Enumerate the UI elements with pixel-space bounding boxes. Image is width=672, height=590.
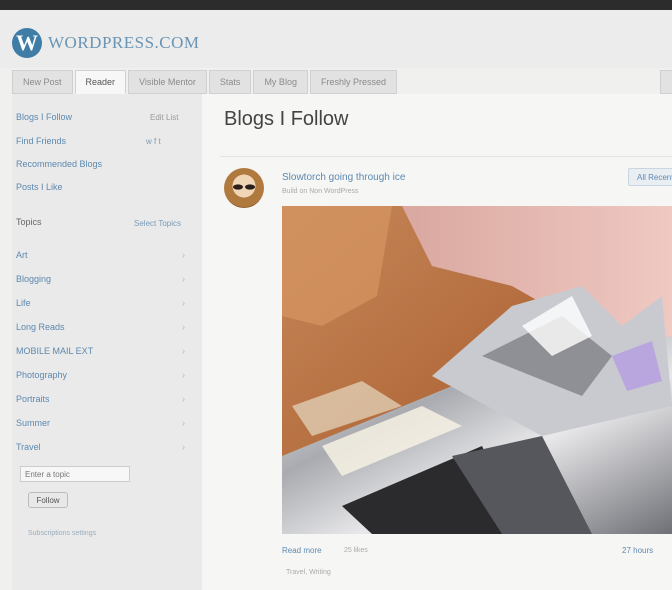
wordpress-logo[interactable]: W WORDPRESS.COM bbox=[12, 28, 200, 58]
main-tabs: New Post Reader Visible Mentor Stats My … bbox=[12, 70, 399, 94]
topic-portraits[interactable]: Portraits bbox=[16, 394, 50, 404]
site-header: W WORDPRESS.COM bbox=[0, 10, 672, 68]
sidebar-item-posts-i-like[interactable]: Posts I Like bbox=[16, 182, 63, 192]
subscriptions-settings-link[interactable]: Subscriptions settings bbox=[28, 530, 96, 537]
topic-art[interactable]: Art bbox=[16, 250, 28, 260]
sidebar-item-recommended-blogs[interactable]: Recommended Blogs bbox=[16, 159, 102, 169]
read-more-link[interactable]: Read more bbox=[282, 546, 322, 555]
chevron-right-icon: › bbox=[182, 442, 185, 452]
follow-button[interactable]: Follow bbox=[28, 492, 68, 508]
post-blog-name: Build on Non WordPress bbox=[282, 188, 359, 195]
chevron-right-icon: › bbox=[182, 322, 185, 332]
tab-reader[interactable]: Reader bbox=[74, 70, 127, 94]
topic-long-reads[interactable]: Long Reads bbox=[16, 322, 65, 332]
chevron-right-icon: › bbox=[182, 418, 185, 428]
chevron-right-icon: › bbox=[182, 394, 185, 404]
sidebar-item-blogs-i-follow[interactable]: Blogs I Follow bbox=[16, 112, 72, 122]
topic-blogging[interactable]: Blogging bbox=[16, 274, 51, 284]
tab-overflow[interactable] bbox=[660, 70, 672, 94]
sidebar-item-find-friends[interactable]: Find Friends bbox=[16, 136, 66, 146]
wordpress-logo-icon: W bbox=[12, 28, 42, 58]
topic-life[interactable]: Life bbox=[16, 298, 31, 308]
tab-my-blog[interactable]: My Blog bbox=[253, 70, 308, 94]
post-tags: Travel, Writing bbox=[286, 569, 331, 576]
topic-mobile[interactable]: MOBILE MAIL EXT bbox=[16, 346, 93, 356]
title-divider bbox=[220, 156, 672, 157]
browser-top-bar bbox=[0, 0, 672, 10]
foil-photo-image bbox=[282, 206, 672, 534]
chevron-right-icon: › bbox=[182, 298, 185, 308]
wordpress-logo-text: WORDPRESS.COM bbox=[48, 33, 200, 52]
page-title: Blogs I Follow bbox=[224, 108, 349, 130]
tab-new-post[interactable]: New Post bbox=[12, 70, 73, 94]
chevron-right-icon: › bbox=[182, 370, 185, 380]
topics-heading: Topics bbox=[16, 217, 42, 227]
all-recent-button[interactable]: All Recent bbox=[628, 168, 672, 186]
topic-travel[interactable]: Travel bbox=[16, 442, 41, 452]
sunglasses-icon bbox=[233, 184, 255, 190]
tab-freshly-pressed[interactable]: Freshly Pressed bbox=[309, 70, 397, 94]
post-likes-count: 25 likes bbox=[344, 547, 368, 554]
tab-visible-mentor[interactable]: Visible Mentor bbox=[128, 70, 207, 94]
avatar[interactable] bbox=[224, 168, 264, 208]
topic-input[interactable] bbox=[20, 466, 130, 482]
tab-stats[interactable]: Stats bbox=[208, 70, 252, 94]
topic-summer[interactable]: Summer bbox=[16, 418, 50, 428]
post-photo[interactable] bbox=[282, 206, 672, 534]
chevron-right-icon: › bbox=[182, 250, 185, 260]
social-icons[interactable]: w f t bbox=[146, 137, 161, 146]
post-title-link[interactable]: Slowtorch going through ice bbox=[282, 172, 405, 183]
chevron-right-icon: › bbox=[182, 346, 185, 356]
topic-photography[interactable]: Photography bbox=[16, 370, 67, 380]
select-topics-link[interactable]: Select Topics bbox=[134, 219, 181, 228]
post-time-link[interactable]: 27 hours bbox=[622, 546, 653, 555]
edit-list-link[interactable]: Edit List bbox=[150, 113, 178, 122]
chevron-right-icon: › bbox=[182, 274, 185, 284]
